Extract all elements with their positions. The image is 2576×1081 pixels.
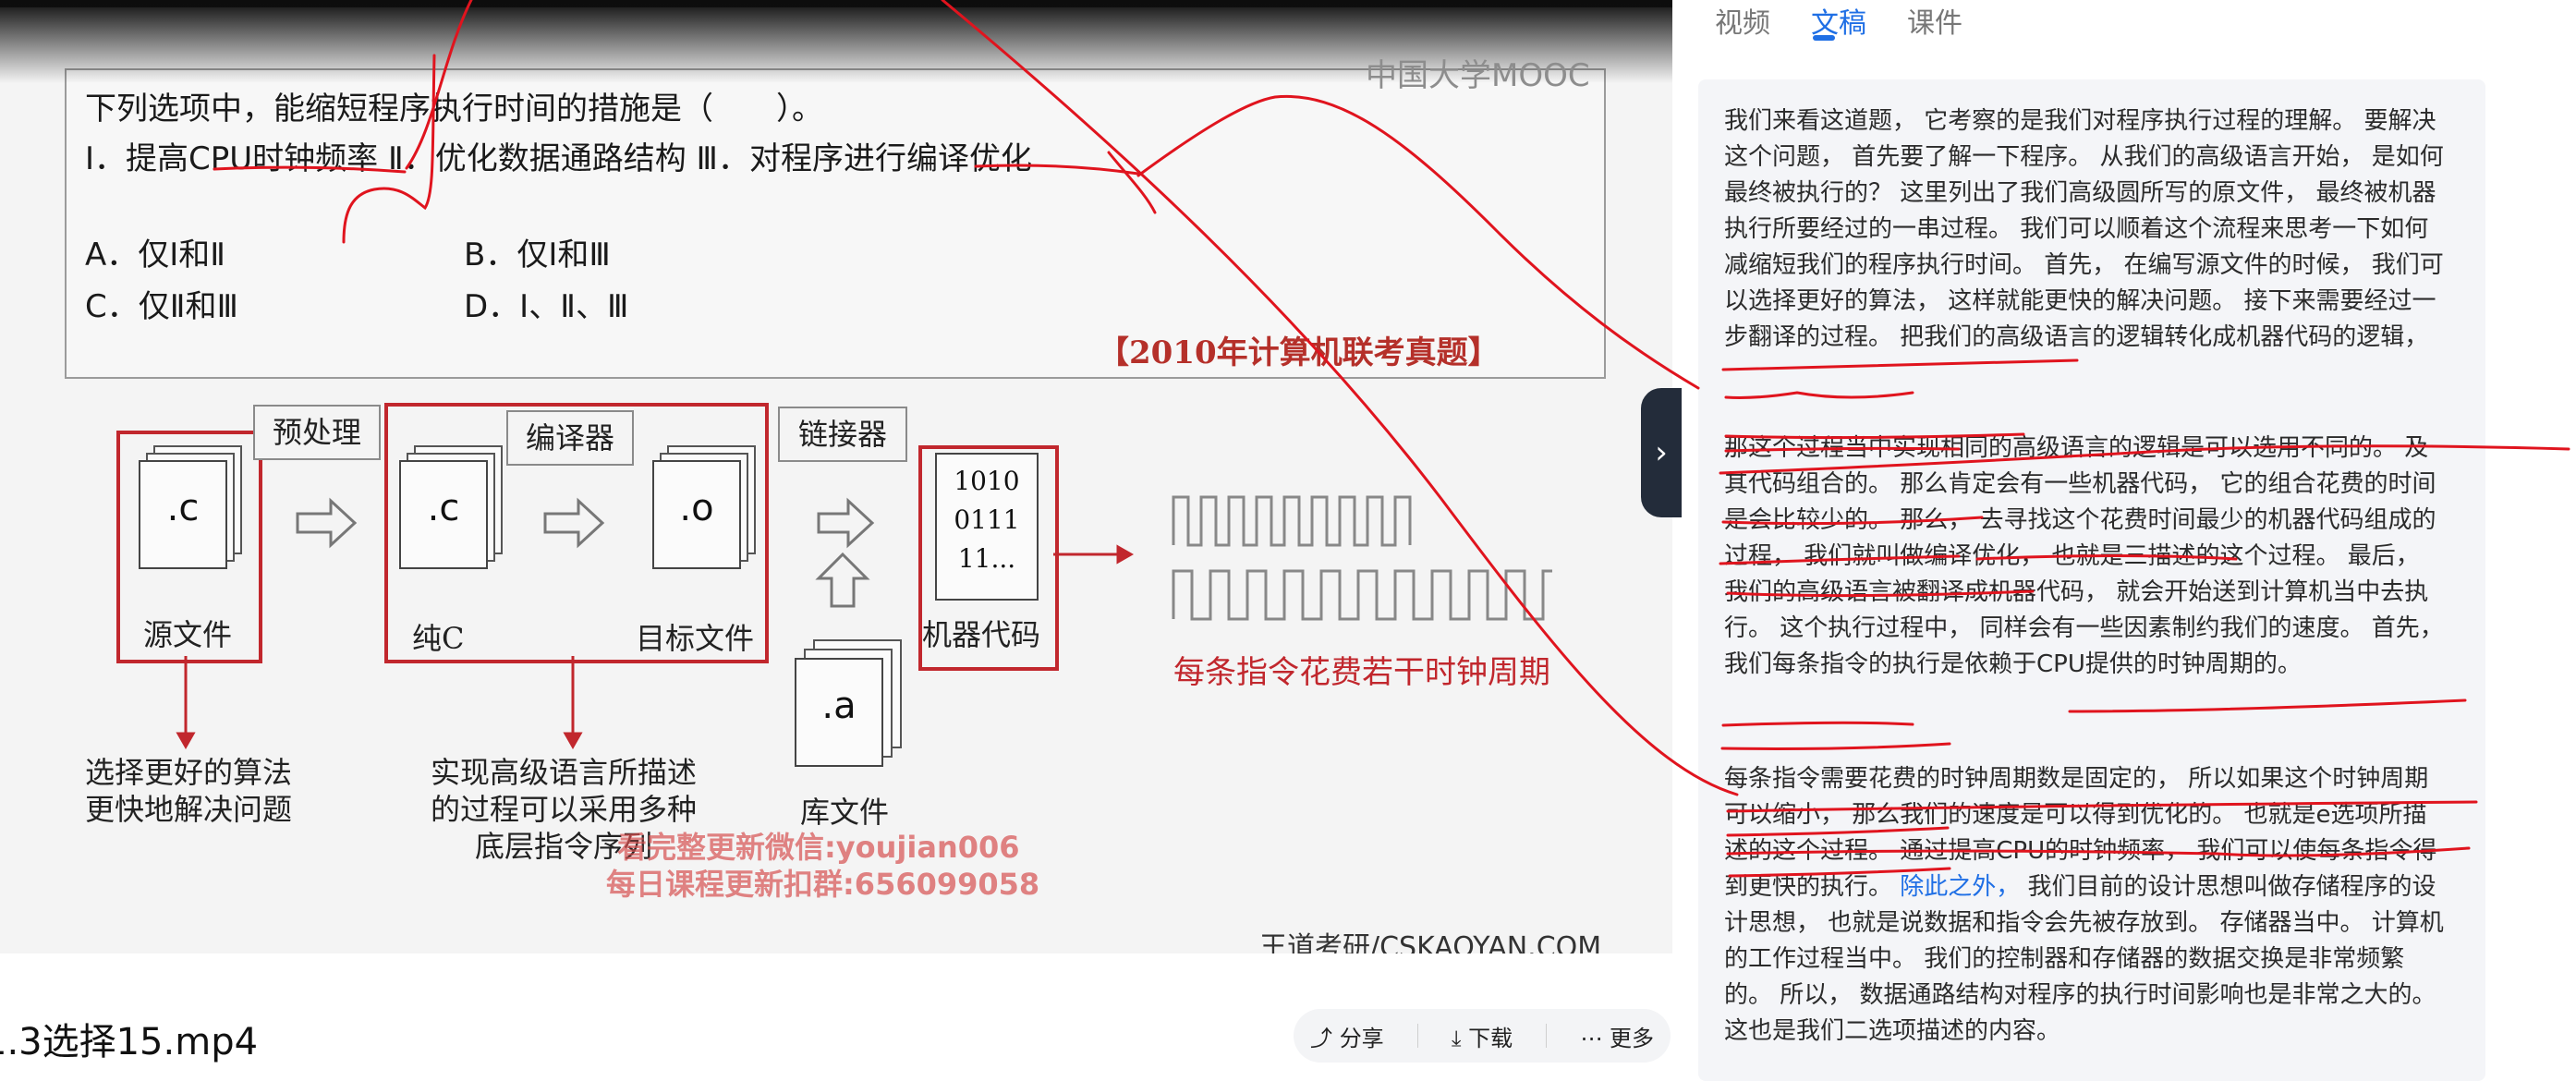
download-icon: ⤓ — [1451, 1025, 1462, 1051]
more-label: 更多 — [1609, 1025, 1654, 1051]
share-button[interactable]: ⤴ 分享 — [1310, 1020, 1384, 1052]
library-file-icon: .a — [795, 658, 883, 767]
transcript-paragraph-1: 我们来看这道题， 它考察的是我们对程序执行过程的理解。 要解决这个问题， 首先要… — [1724, 107, 2444, 351]
more-icon: ⋯ — [1580, 1025, 1603, 1051]
object-file-label: 目标文件 — [636, 621, 755, 656]
question-stem: 下列选项中，能缩短程序执行时间的措施是（ ）。 — [85, 91, 823, 128]
option-b: B．仅Ⅰ和Ⅲ — [464, 237, 611, 273]
download-button[interactable]: ⤓ 下载 — [1452, 1020, 1513, 1052]
brand-watermark: 王道考研/CSKAOYAN.COM — [1259, 931, 1602, 953]
object-file-icon: .o — [652, 460, 741, 569]
transcript-paragraph-3: 每条指令需要花费的时钟周期数是固定的， 所以如果这个时钟周期可以缩小， 那么我们… — [1724, 761, 2450, 1050]
compiler-label: 编译器 — [506, 410, 634, 466]
share-icon: ⤴ — [1310, 1025, 1333, 1051]
divider — [1416, 1024, 1418, 1048]
transcript-panel[interactable]: 我们来看这道题， 它考察的是我们对程序执行过程的理解。 要解决这个问题， 首先要… — [1698, 79, 2485, 1081]
machine-code-line-2: 0111 — [954, 504, 1020, 535]
machine-code-doc: 1010 0111 11... — [935, 453, 1039, 601]
active-tab-indicator — [1813, 35, 1835, 41]
video-actions-bar: ⤴ 分享 ⤓ 下载 ⋯ 更多 — [1294, 1009, 1671, 1063]
more-button[interactable]: ⋯ 更多 — [1580, 1020, 1654, 1052]
video-player[interactable]: 中国大学MOOC 下列选项中，能缩短程序执行时间的措施是（ ）。 Ⅰ．提高CPU… — [0, 0, 1672, 953]
compile-note-line-1: 实现高级语言所描述 — [431, 755, 698, 790]
arrow-icon-link — [817, 497, 875, 549]
tab-courseware[interactable]: 课件 — [1907, 0, 1962, 41]
option-a: A．仅Ⅰ和Ⅱ — [85, 237, 226, 273]
algorithm-note-line-1: 选择更好的算法 — [85, 755, 293, 790]
machine-code-label: 机器代码 — [922, 617, 1041, 652]
tab-video[interactable]: 视频 — [1715, 0, 1770, 41]
source-file-label: 源文件 — [143, 617, 233, 652]
arrow-up-icon-library — [815, 552, 870, 608]
algorithm-note-line-2: 更快地解决问题 — [85, 792, 293, 827]
watermark-group: 每日课程更新扣群:656099058 — [606, 867, 1040, 902]
arrow-down-icon-compile — [563, 732, 583, 750]
clock-waveform-fast — [1172, 495, 1412, 547]
clock-cycle-label: 每条指令花费若干时钟周期 — [1173, 654, 1550, 691]
question-items: Ⅰ．提高CPU时钟频率 Ⅱ．优化数据通路结构 Ⅲ．对程序进行编译优化 — [85, 140, 1032, 177]
transcript-highlight-link[interactable]: 除此之外， — [1900, 873, 2020, 901]
pure-c-label: 纯C — [412, 621, 465, 656]
divider — [1546, 1024, 1548, 1048]
preprocess-label: 预处理 — [253, 405, 381, 460]
option-c: C．仅Ⅱ和Ⅲ — [85, 288, 238, 325]
machine-code-line-3: 11... — [957, 543, 1016, 574]
video-frame: 中国大学MOOC 下列选项中，能缩短程序执行时间的措施是（ ）。 Ⅰ．提高CPU… — [0, 7, 1672, 953]
arrow-right-icon — [1116, 544, 1135, 565]
collapse-panel-button[interactable]: › — [1641, 388, 1682, 517]
machine-code-line-1: 1010 — [954, 466, 1020, 496]
compile-note-line-2: 的过程可以采用多种 — [431, 792, 698, 827]
algorithm-note: 选择更好的算法 更快地解决问题 — [85, 754, 292, 828]
pure-c-file-icon: .c — [399, 460, 488, 569]
transcript-paragraph-2: 那这个过程当中实现相同的高级语言的逻辑是可以选用不同的。 及其代码组合的。 那么… — [1724, 434, 2444, 678]
linker-label: 链接器 — [778, 407, 907, 462]
share-label: 分享 — [1339, 1025, 1384, 1051]
mooc-logo: 中国大学MOOC — [1366, 57, 1590, 94]
question-source: 【2010年计算机联考真题】 — [1098, 334, 1500, 371]
chevron-right-icon: › — [1655, 434, 1668, 471]
arrow-down-icon-algorithm — [176, 732, 196, 750]
download-label: 下载 — [1468, 1025, 1513, 1051]
source-file-icon: .c — [139, 460, 227, 569]
video-filename: 1.3选择15.mp4 — [0, 1021, 259, 1063]
clock-waveform-slow — [1172, 569, 1552, 621]
option-d: D．Ⅰ、Ⅱ、Ⅲ — [464, 288, 629, 325]
arrow-icon-preprocess — [296, 497, 358, 549]
